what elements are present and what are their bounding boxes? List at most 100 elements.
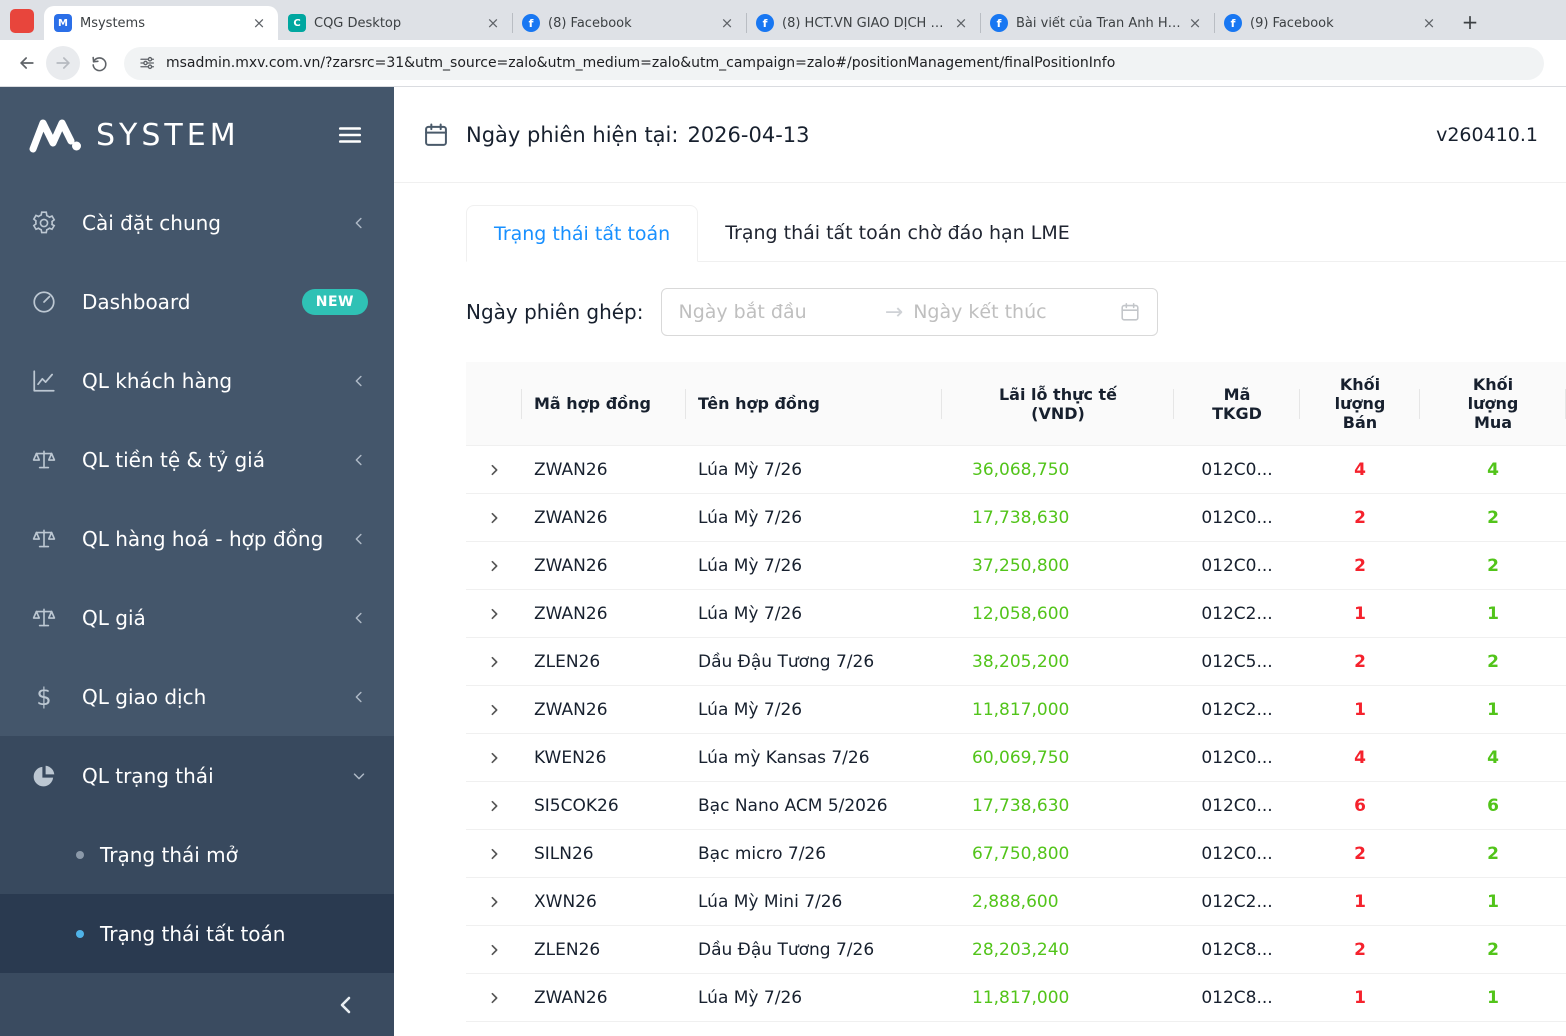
end-date-input[interactable] xyxy=(913,301,1110,323)
omnibox[interactable] xyxy=(124,46,1544,80)
header-expand xyxy=(466,362,522,445)
sidebar-collapse-button[interactable] xyxy=(0,973,394,1036)
back-button[interactable] xyxy=(10,46,44,80)
expand-row-button[interactable] xyxy=(481,937,507,963)
session-date: Ngày phiên hiện tại: 2026-04-13 xyxy=(466,123,810,147)
expand-row-button[interactable] xyxy=(481,985,507,1011)
expand-row-button[interactable] xyxy=(481,505,507,531)
sidebar-subitem-trang-thai-tat-toan[interactable]: Trạng thái tất toán xyxy=(0,894,394,973)
contract-name-cell: Bạc micro 7/26 xyxy=(698,843,827,864)
chevron-right-icon xyxy=(491,752,498,763)
filter-label: Ngày phiên ghép: xyxy=(466,300,644,324)
expand-row-button[interactable] xyxy=(481,697,507,723)
sidebar-item-label: QL tiền tệ & tỷ giá xyxy=(82,447,265,472)
contract-code-cell: ZWAN26 xyxy=(534,699,608,720)
sell-volume-cell: 2 xyxy=(1354,843,1366,864)
tab-tat-toan-cho-dao-han-lme[interactable]: Trạng thái tất toán chờ đáo hạn LME xyxy=(698,205,1097,261)
site-settings-icon[interactable] xyxy=(138,54,156,72)
collapse-left-icon xyxy=(340,996,351,1013)
sidebar-header: SYSTEM xyxy=(0,87,394,183)
reload-button[interactable] xyxy=(82,46,116,80)
new-tab-button[interactable]: + xyxy=(1456,8,1484,36)
buy-volume-cell: 2 xyxy=(1487,651,1499,672)
expand-row-button[interactable] xyxy=(481,745,507,771)
pnl-cell: 60,069,750 xyxy=(972,747,1070,768)
sidebar-item-ql-khach-hang[interactable]: QL khách hàng xyxy=(0,341,394,420)
pnl-cell: 17,738,630 xyxy=(972,795,1070,816)
calendar-icon[interactable] xyxy=(1119,301,1141,323)
sidebar-item-ql-trang-thai[interactable]: QL trạng thái xyxy=(0,736,394,815)
chevron-right-icon xyxy=(491,464,498,475)
close-tab-icon[interactable]: × xyxy=(1420,14,1438,32)
close-tab-icon[interactable]: × xyxy=(1186,14,1204,32)
expand-row-button[interactable] xyxy=(481,889,507,915)
browser-tab-baiviet[interactable]: f Bài viết của Tran Anh Hung - 24 × xyxy=(980,6,1214,40)
sidebar: SYSTEM Cài đặt chung Dashboard NEW QL kh… xyxy=(0,87,394,1036)
gear-icon xyxy=(30,209,58,237)
arrow-right-icon: → xyxy=(884,299,904,325)
sidebar-item-dashboard[interactable]: Dashboard NEW xyxy=(0,262,394,341)
account-cell: 012C0... xyxy=(1201,843,1273,864)
sidebar-item-ql-hang-hoa[interactable]: QL hàng hoá - hợp đồng xyxy=(0,499,394,578)
content-panel: Trạng thái tất toán Trạng thái tất toán … xyxy=(394,183,1566,1036)
sell-volume-cell: 4 xyxy=(1354,459,1366,480)
contract-name-cell: Lúa Mỳ 7/26 xyxy=(698,459,803,480)
tab-trang-thai-tat-toan[interactable]: Trạng thái tất toán xyxy=(466,205,699,262)
chevron-down-icon xyxy=(350,767,368,785)
table-row: ZWAN26 Lúa Mỳ 7/26 11,817,000 012C2... 1… xyxy=(466,686,1566,734)
contract-name-cell: Dầu Đậu Tương 7/26 xyxy=(698,651,875,672)
browser-app-icon xyxy=(10,9,34,33)
chevron-right-icon xyxy=(491,608,498,619)
tab-title: Bài viết của Tran Anh Hung - 24 xyxy=(1016,15,1182,31)
expand-row-button[interactable] xyxy=(481,601,507,627)
expand-row-button[interactable] xyxy=(481,649,507,675)
dashboard-icon xyxy=(30,288,58,316)
browser-tab-hct[interactable]: f (8) HCT.VN GIAO DỊCH HÀNG H × xyxy=(746,6,980,40)
browser-tab-facebook-1[interactable]: f (8) Facebook × xyxy=(512,6,746,40)
expand-row-button[interactable] xyxy=(481,793,507,819)
new-badge: NEW xyxy=(301,288,368,315)
hamburger-menu-icon[interactable] xyxy=(332,120,368,150)
start-date-input[interactable] xyxy=(678,301,875,323)
facebook-favicon: f xyxy=(756,14,774,32)
contract-code-cell: SI5COK26 xyxy=(534,795,619,816)
buy-volume-cell: 2 xyxy=(1487,843,1499,864)
chevron-right-icon xyxy=(491,848,498,859)
sidebar-item-ql-giao-dich[interactable]: $ QL giao dịch xyxy=(0,657,394,736)
forward-button[interactable] xyxy=(46,46,80,80)
pnl-cell: 28,203,240 xyxy=(972,939,1070,960)
session-date-label: Ngày phiên hiện tại: xyxy=(466,122,679,147)
table-row: ZWAN26 Lúa Mỳ 7/26 37,250,800 012C0... 2… xyxy=(466,542,1566,590)
account-cell: 012C0... xyxy=(1201,747,1273,768)
browser-chrome: M Msystems × C CQG Desktop × f (8) Faceb… xyxy=(0,0,1566,87)
expand-row-button[interactable] xyxy=(481,841,507,867)
contract-name-cell: Lúa Mỳ 7/26 xyxy=(698,987,803,1008)
table-row: ZWAN26 Lúa Mỳ 7/26 36,068,750 012C0... 4… xyxy=(466,446,1566,494)
sidebar-subitem-trang-thai-mo[interactable]: Trạng thái mở xyxy=(0,815,394,894)
sidebar-item-ql-tien-te[interactable]: QL tiền tệ & tỷ giá xyxy=(0,420,394,499)
date-range-picker[interactable]: → xyxy=(661,288,1159,336)
close-tab-icon[interactable]: × xyxy=(952,14,970,32)
contract-code-cell: ZWAN26 xyxy=(534,555,608,576)
browser-tab-msystems[interactable]: M Msystems × xyxy=(44,6,278,40)
tab-title: (9) Facebook xyxy=(1250,15,1334,31)
sell-volume-cell: 1 xyxy=(1354,699,1366,720)
sidebar-item-label: Dashboard xyxy=(82,289,191,314)
close-tab-icon[interactable]: × xyxy=(250,14,268,32)
buy-volume-cell: 1 xyxy=(1487,603,1499,624)
expand-row-button[interactable] xyxy=(481,553,507,579)
pnl-cell: 11,817,000 xyxy=(972,987,1070,1008)
sidebar-item-cai-dat-chung[interactable]: Cài đặt chung xyxy=(0,183,394,262)
browser-tab-facebook-2[interactable]: f (9) Facebook × xyxy=(1214,6,1448,40)
browser-tab-cqg[interactable]: C CQG Desktop × xyxy=(278,6,512,40)
msystems-favicon: M xyxy=(54,14,72,32)
pnl-cell: 17,738,630 xyxy=(972,507,1070,528)
buy-volume-cell: 4 xyxy=(1487,747,1499,768)
forward-icon xyxy=(56,57,70,69)
sidebar-item-ql-gia[interactable]: QL giá xyxy=(0,578,394,657)
close-tab-icon[interactable]: × xyxy=(484,14,502,32)
close-tab-icon[interactable]: × xyxy=(718,14,736,32)
expand-row-button[interactable] xyxy=(481,457,507,483)
url-input[interactable] xyxy=(166,55,1530,71)
tab-title: CQG Desktop xyxy=(314,15,402,31)
